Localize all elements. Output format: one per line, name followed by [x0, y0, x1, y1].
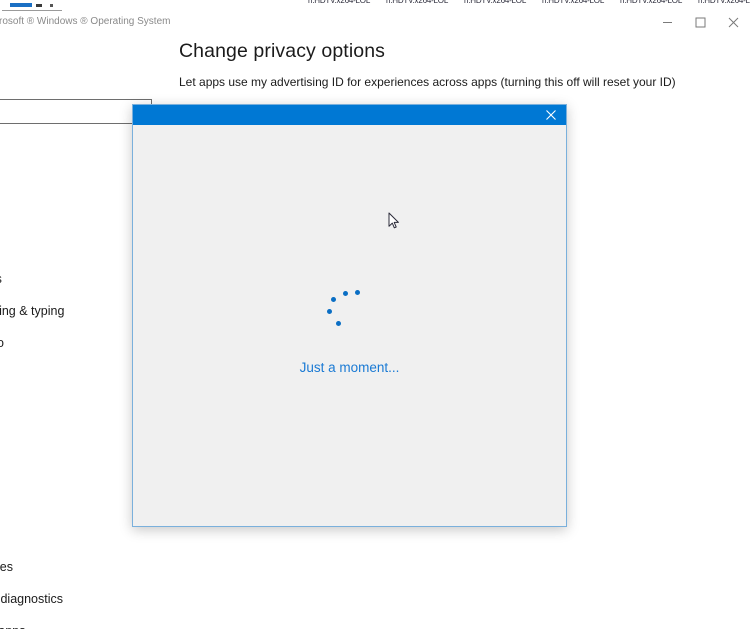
maximize-icon: [695, 17, 706, 27]
sidebar-item-label: ech, inking & typing: [0, 304, 65, 318]
window-title: crosoft ® Windows ® Operating System: [0, 16, 171, 27]
top-strip-first-item: [2, 1, 62, 12]
top-strip-segment[interactable]: n.HDTV.x264-LOL: [698, 0, 750, 13]
sidebar-item-label: ount info: [0, 336, 4, 350]
close-icon: [728, 17, 739, 27]
top-strip-segment[interactable]: n.HDTV.x264-LOL: [464, 0, 536, 13]
spinner-dot: [335, 321, 341, 326]
dialog-close-button[interactable]: [536, 105, 566, 125]
minimize-button[interactable]: [651, 13, 684, 31]
top-strip-segment-label: n.HDTV.x264-LOL: [386, 0, 449, 5]
sidebar-item-feedback-diagnostics[interactable]: lback & diagnostics: [0, 583, 160, 615]
top-strip-mark-dot: [50, 4, 53, 7]
top-strip-segment[interactable]: n.HDTV.x264-LOL: [620, 0, 692, 13]
loading-dialog: Just a moment...: [132, 104, 567, 527]
sidebar-item-label: ground apps: [0, 615, 26, 629]
search-input[interactable]: [0, 100, 129, 125]
sidebar-item-background-apps[interactable]: ground apps: [0, 615, 160, 629]
top-strip-segment-label: n.HDTV.x264-LOL: [620, 0, 683, 5]
loading-status-text: Just a moment...: [299, 360, 400, 375]
sidebar-item-label: lback & diagnostics: [0, 592, 64, 606]
page-title: Change privacy options: [179, 40, 385, 62]
top-strip-segment-label: n.HDTV.x264-LOL: [698, 0, 750, 5]
search-box[interactable]: [0, 99, 152, 125]
window-controls: [651, 13, 750, 31]
close-icon: [546, 110, 556, 120]
close-button[interactable]: [717, 13, 750, 31]
dialog-titlebar[interactable]: [133, 105, 566, 125]
top-strip-progress-bar: [10, 3, 32, 7]
top-strip-segment-label: n.HDTV.x264-LOL: [464, 0, 527, 5]
spinner-dot: [354, 290, 360, 295]
top-strip-segment[interactable]: n.HDTV.x264-LOL: [386, 0, 458, 13]
window-titlebar[interactable]: crosoft ® Windows ® Operating System: [0, 13, 750, 31]
maximize-button[interactable]: [684, 13, 717, 31]
sidebar-item-other-devices[interactable]: er devices: [0, 551, 160, 583]
minimize-icon: [663, 21, 672, 23]
sidebar-item-label: er devices: [0, 560, 13, 574]
top-strip-segment[interactable]: n.HDTV.x264-LOL: [308, 0, 380, 13]
spinner-dot: [342, 291, 348, 296]
top-strip-segment-label: n.HDTV.x264-LOL: [542, 0, 605, 5]
advertising-id-description: Let apps use my advertising ID for exper…: [179, 75, 676, 89]
top-strip-mark-dark: [36, 4, 42, 7]
top-strip-underline: [2, 10, 62, 11]
top-window-strip: n.HDTV.x264-LOL n.HDTV.x264-LOL n.HDTV.x…: [0, 0, 750, 14]
top-strip-segment-label: n.HDTV.x264-LOL: [308, 0, 371, 5]
sidebar-item-label: fications: [0, 263, 2, 295]
spinner-dot: [326, 309, 332, 314]
loading-spinner-icon: [322, 285, 378, 341]
top-strip-segment[interactable]: n.HDTV.x264-LOL: [542, 0, 614, 13]
spinner-dot: [330, 297, 336, 302]
dialog-body: Just a moment...: [133, 125, 566, 526]
